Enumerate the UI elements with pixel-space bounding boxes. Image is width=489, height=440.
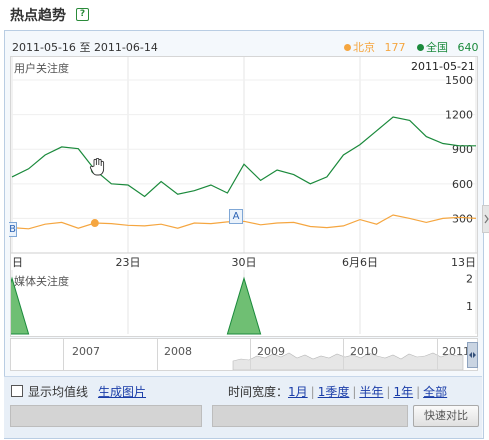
range-start: 2011-05-16 <box>12 41 76 54</box>
keyword-input-1[interactable] <box>10 405 202 427</box>
range-end: 2011-06-14 <box>93 41 158 54</box>
time-width-group: 时间宽度：1月 | 1季度 | 半年 | 1年 | 全部 <box>228 383 447 400</box>
range-1-month[interactable]: 1月 <box>288 385 308 399</box>
range-all[interactable]: 全部 <box>423 385 447 399</box>
x-tick-label: 6月6日 <box>342 256 378 269</box>
national-dot-icon <box>417 44 424 51</box>
hover-date: 2011-05-21 <box>411 60 475 73</box>
user-attention-label: 用户关注度 <box>14 62 69 75</box>
y-tick-label: 600 <box>452 178 473 191</box>
keyword-input-2[interactable] <box>212 405 408 427</box>
quick-compare-button[interactable]: 快速对比 <box>413 405 479 427</box>
y-tick-label: 1500 <box>445 74 473 87</box>
legend-national-name[interactable]: 全国 <box>426 41 448 54</box>
legend: 北京 177 全国 640 <box>344 39 479 55</box>
year-divider <box>437 339 438 370</box>
year-label: 2008 <box>164 345 192 358</box>
x-tick-label: 日 <box>12 256 23 269</box>
range-handle[interactable] <box>467 342 478 368</box>
timeline-navigator[interactable]: 2007 2008 2009 2010 2011 <box>10 338 478 371</box>
legend-beijing-name[interactable]: 北京 <box>353 41 375 54</box>
range-to: 至 <box>79 41 91 54</box>
y-tick-label: 1 <box>466 300 473 313</box>
media-attention-label: 媒体关注度 <box>14 275 69 288</box>
year-label: 2009 <box>257 345 285 358</box>
y-tick-label: 2 <box>466 272 473 285</box>
year-divider <box>250 339 251 370</box>
range-1-quarter[interactable]: 1季度 <box>318 385 350 399</box>
hand-cursor-icon <box>89 157 105 179</box>
side-expand-tab[interactable] <box>482 205 489 233</box>
time-width-label: 时间宽度： <box>228 385 289 399</box>
media-attention-plot[interactable]: 12 <box>11 270 477 336</box>
x-tick-label: 30日 <box>232 256 257 269</box>
y-tick-label: 300 <box>452 212 473 225</box>
legend-beijing-value: 177 <box>384 41 406 54</box>
beijing-dot-icon <box>344 44 351 51</box>
highlight-point-beijing <box>90 219 99 228</box>
separator: | <box>310 385 315 399</box>
user-attention-plot[interactable]: 30060090012001500 日 23日 30日 6月6日 13日 <box>11 57 477 271</box>
y-tick-label: 1200 <box>445 109 473 122</box>
help-icon[interactable]: ? <box>76 8 89 21</box>
legend-national-value: 640 <box>457 41 479 54</box>
separator: | <box>386 385 391 399</box>
year-divider <box>63 339 64 370</box>
header: 热点趋势 ? <box>0 0 489 30</box>
user-attention-chart[interactable]: 300 600 900 1200 1500 日 23日 30日 6月6日 13日 用户关注度 2… <box>9 56 478 272</box>
x-tick-label: 23日 <box>116 256 141 269</box>
year-label: 2011 <box>442 345 470 358</box>
date-range: 2011-05-16 至 2011-06-14 <box>12 39 158 55</box>
separator: | <box>352 385 357 399</box>
annotation-marker-b[interactable]: B <box>9 222 17 237</box>
range-1-year[interactable]: 1年 <box>393 385 413 399</box>
media-spike <box>226 276 262 335</box>
generate-image-link[interactable]: 生成图片 <box>98 383 146 400</box>
annotation-marker-a[interactable]: A <box>229 209 243 224</box>
year-label: 2007 <box>72 345 100 358</box>
separator: | <box>416 385 421 399</box>
page-title: 热点趋势 <box>10 8 66 24</box>
media-attention-chart[interactable]: 12 媒体关注度 <box>10 270 478 337</box>
year-label: 2010 <box>350 345 378 358</box>
year-divider <box>157 339 158 370</box>
range-half-year[interactable]: 半年 <box>359 385 383 399</box>
year-divider <box>343 339 344 370</box>
x-tick-label: 13日 <box>451 256 476 269</box>
show-average-label[interactable]: 显示均值线 <box>28 383 88 400</box>
show-average-checkbox[interactable] <box>11 385 23 397</box>
